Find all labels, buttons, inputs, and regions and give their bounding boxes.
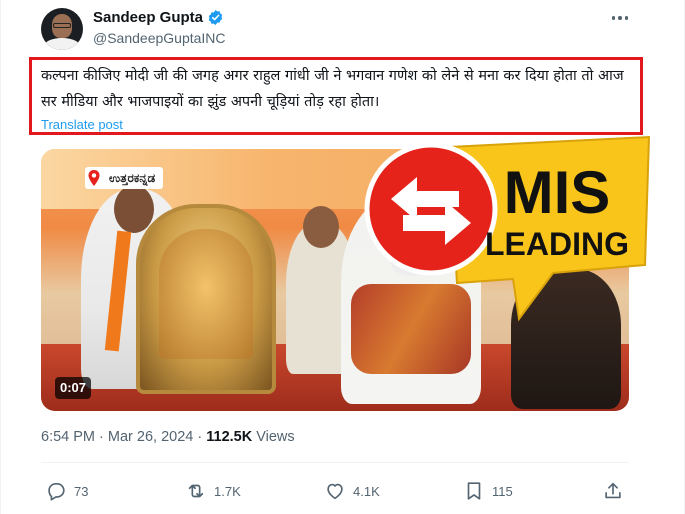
author-display-name[interactable]: Sandeep Gupta	[93, 9, 203, 26]
repost-count: 1.7K	[214, 483, 241, 499]
reply-icon	[48, 483, 65, 501]
share-icon	[605, 482, 621, 499]
video-duration: 0:07	[55, 377, 92, 399]
stamp-text-line2: LEADING	[485, 226, 629, 262]
reply-button[interactable]: 73	[45, 478, 88, 504]
stamp-text-line1: MIS	[504, 159, 611, 226]
person-head	[303, 206, 339, 248]
tweet-metadata: 6:54 PM · Mar 26, 2024 · 112.5K Views	[41, 429, 295, 445]
repost-button[interactable]: 1.7K	[185, 478, 241, 504]
avatar-shirt	[44, 38, 80, 50]
bookmark-icon	[467, 482, 481, 500]
tweet-time[interactable]: 6:54 PM	[41, 429, 95, 445]
avatar-glasses	[53, 23, 71, 28]
tweet-text: कल्पना कीजिए मोदी जी की जगह अगर राहुल गा…	[41, 68, 624, 110]
like-button[interactable]: 4.1K	[324, 478, 380, 504]
share-button[interactable]	[602, 478, 624, 504]
bookmark-count: 115	[492, 483, 513, 499]
author-handle[interactable]: @SandeepGuptaINC	[93, 30, 226, 46]
repost-icon	[188, 484, 204, 498]
avatar[interactable]	[41, 8, 83, 50]
views-count: 112.5K	[206, 429, 253, 445]
views-label: Views	[256, 429, 295, 445]
bookmark-button[interactable]: 115	[463, 478, 513, 504]
tweet-card: Sandeep Gupta @SandeepGuptaINC कल्पना की…	[0, 0, 685, 514]
author-name-row[interactable]: Sandeep Gupta	[93, 9, 224, 26]
misleading-stamp: MIS LEADING	[364, 135, 651, 322]
action-bar: 73 1.7K 4.1K 115	[41, 478, 629, 504]
location-pin-icon	[88, 170, 100, 186]
heart-icon	[327, 483, 343, 500]
verified-badge-icon	[208, 10, 223, 25]
translate-post-link[interactable]: Translate post	[41, 117, 123, 132]
meta-separator: ·	[197, 429, 207, 445]
divider	[41, 462, 629, 463]
like-count: 4.1K	[353, 483, 380, 499]
more-dots-icon[interactable]	[609, 10, 631, 26]
reply-count: 73	[74, 483, 89, 499]
ganesha-idol	[159, 229, 253, 359]
tweet-date[interactable]: Mar 26, 2024	[108, 429, 193, 445]
person-scarf	[104, 230, 132, 352]
meta-separator: ·	[99, 429, 108, 445]
stamp-red-circle	[364, 142, 498, 276]
